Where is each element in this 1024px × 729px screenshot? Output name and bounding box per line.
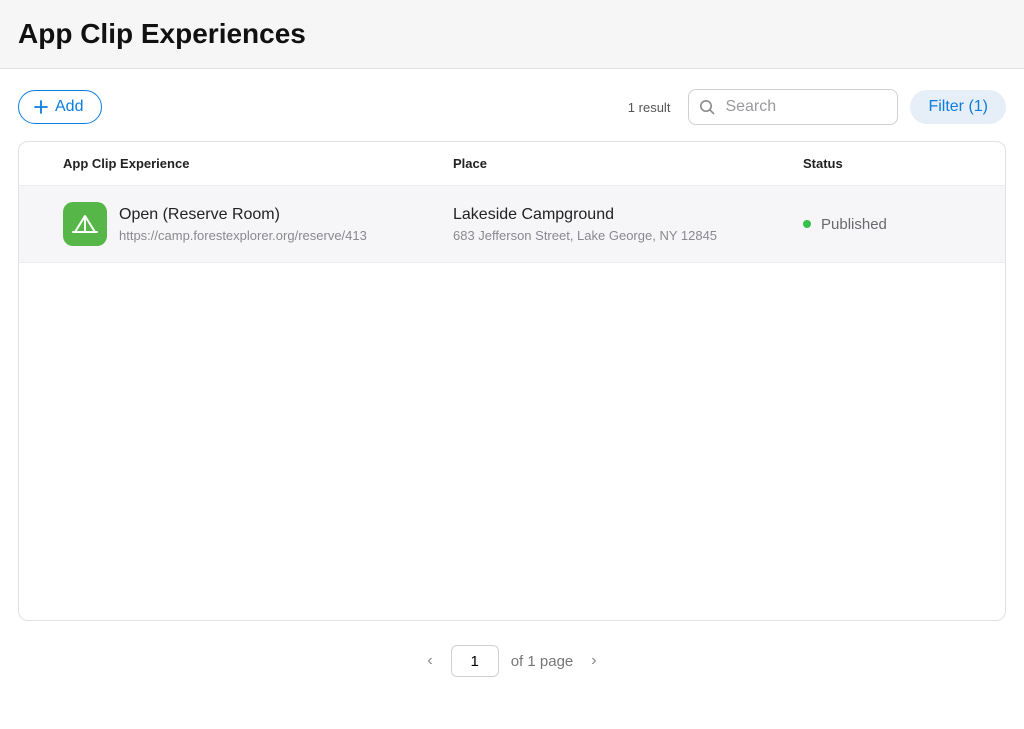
pagination: ‹ of 1 page ›	[0, 645, 1024, 677]
chevron-right-icon: ›	[591, 652, 596, 669]
cell-status: Published	[803, 216, 981, 233]
experience-title: Open (Reserve Room)	[119, 206, 367, 224]
filter-button[interactable]: Filter (1)	[910, 90, 1006, 124]
chevron-left-icon: ‹	[427, 652, 432, 669]
page-title: App Clip Experiences	[18, 18, 1006, 50]
page-input[interactable]	[451, 645, 499, 677]
cell-experience: Open (Reserve Room) https://camp.foreste…	[63, 202, 453, 246]
experience-text: Open (Reserve Room) https://camp.foreste…	[119, 206, 367, 243]
experience-url: https://camp.forestexplorer.org/reserve/…	[119, 228, 367, 243]
filter-button-label: Filter (1)	[928, 98, 988, 115]
page-suffix-label: of 1 page	[511, 653, 574, 670]
table-header-row: App Clip Experience Place Status	[19, 142, 1005, 185]
tent-icon	[72, 211, 98, 237]
status-label: Published	[821, 216, 887, 233]
column-header-experience: App Clip Experience	[63, 156, 453, 171]
status-dot-icon	[803, 220, 811, 228]
table-row[interactable]: Open (Reserve Room) https://camp.foreste…	[19, 185, 1005, 263]
experiences-table: App Clip Experience Place Status Open (R…	[18, 141, 1006, 621]
column-header-status: Status	[803, 156, 981, 171]
search-field-wrap	[688, 89, 898, 125]
column-header-place: Place	[453, 156, 803, 171]
search-icon	[698, 98, 716, 116]
result-count: 1 result	[628, 100, 671, 115]
add-button[interactable]: Add	[18, 90, 102, 124]
cell-place: Lakeside Campground 683 Jefferson Street…	[453, 206, 803, 243]
prev-page-button[interactable]: ‹	[421, 648, 438, 674]
page-header: App Clip Experiences	[0, 0, 1024, 69]
search-input[interactable]	[688, 89, 898, 125]
toolbar: Add 1 result Filter (1)	[0, 69, 1024, 133]
place-address: 683 Jefferson Street, Lake George, NY 12…	[453, 228, 803, 243]
next-page-button[interactable]: ›	[585, 648, 602, 674]
place-name: Lakeside Campground	[453, 206, 803, 224]
app-clip-icon	[63, 202, 107, 246]
add-button-label: Add	[55, 98, 83, 116]
plus-icon	[33, 99, 49, 115]
